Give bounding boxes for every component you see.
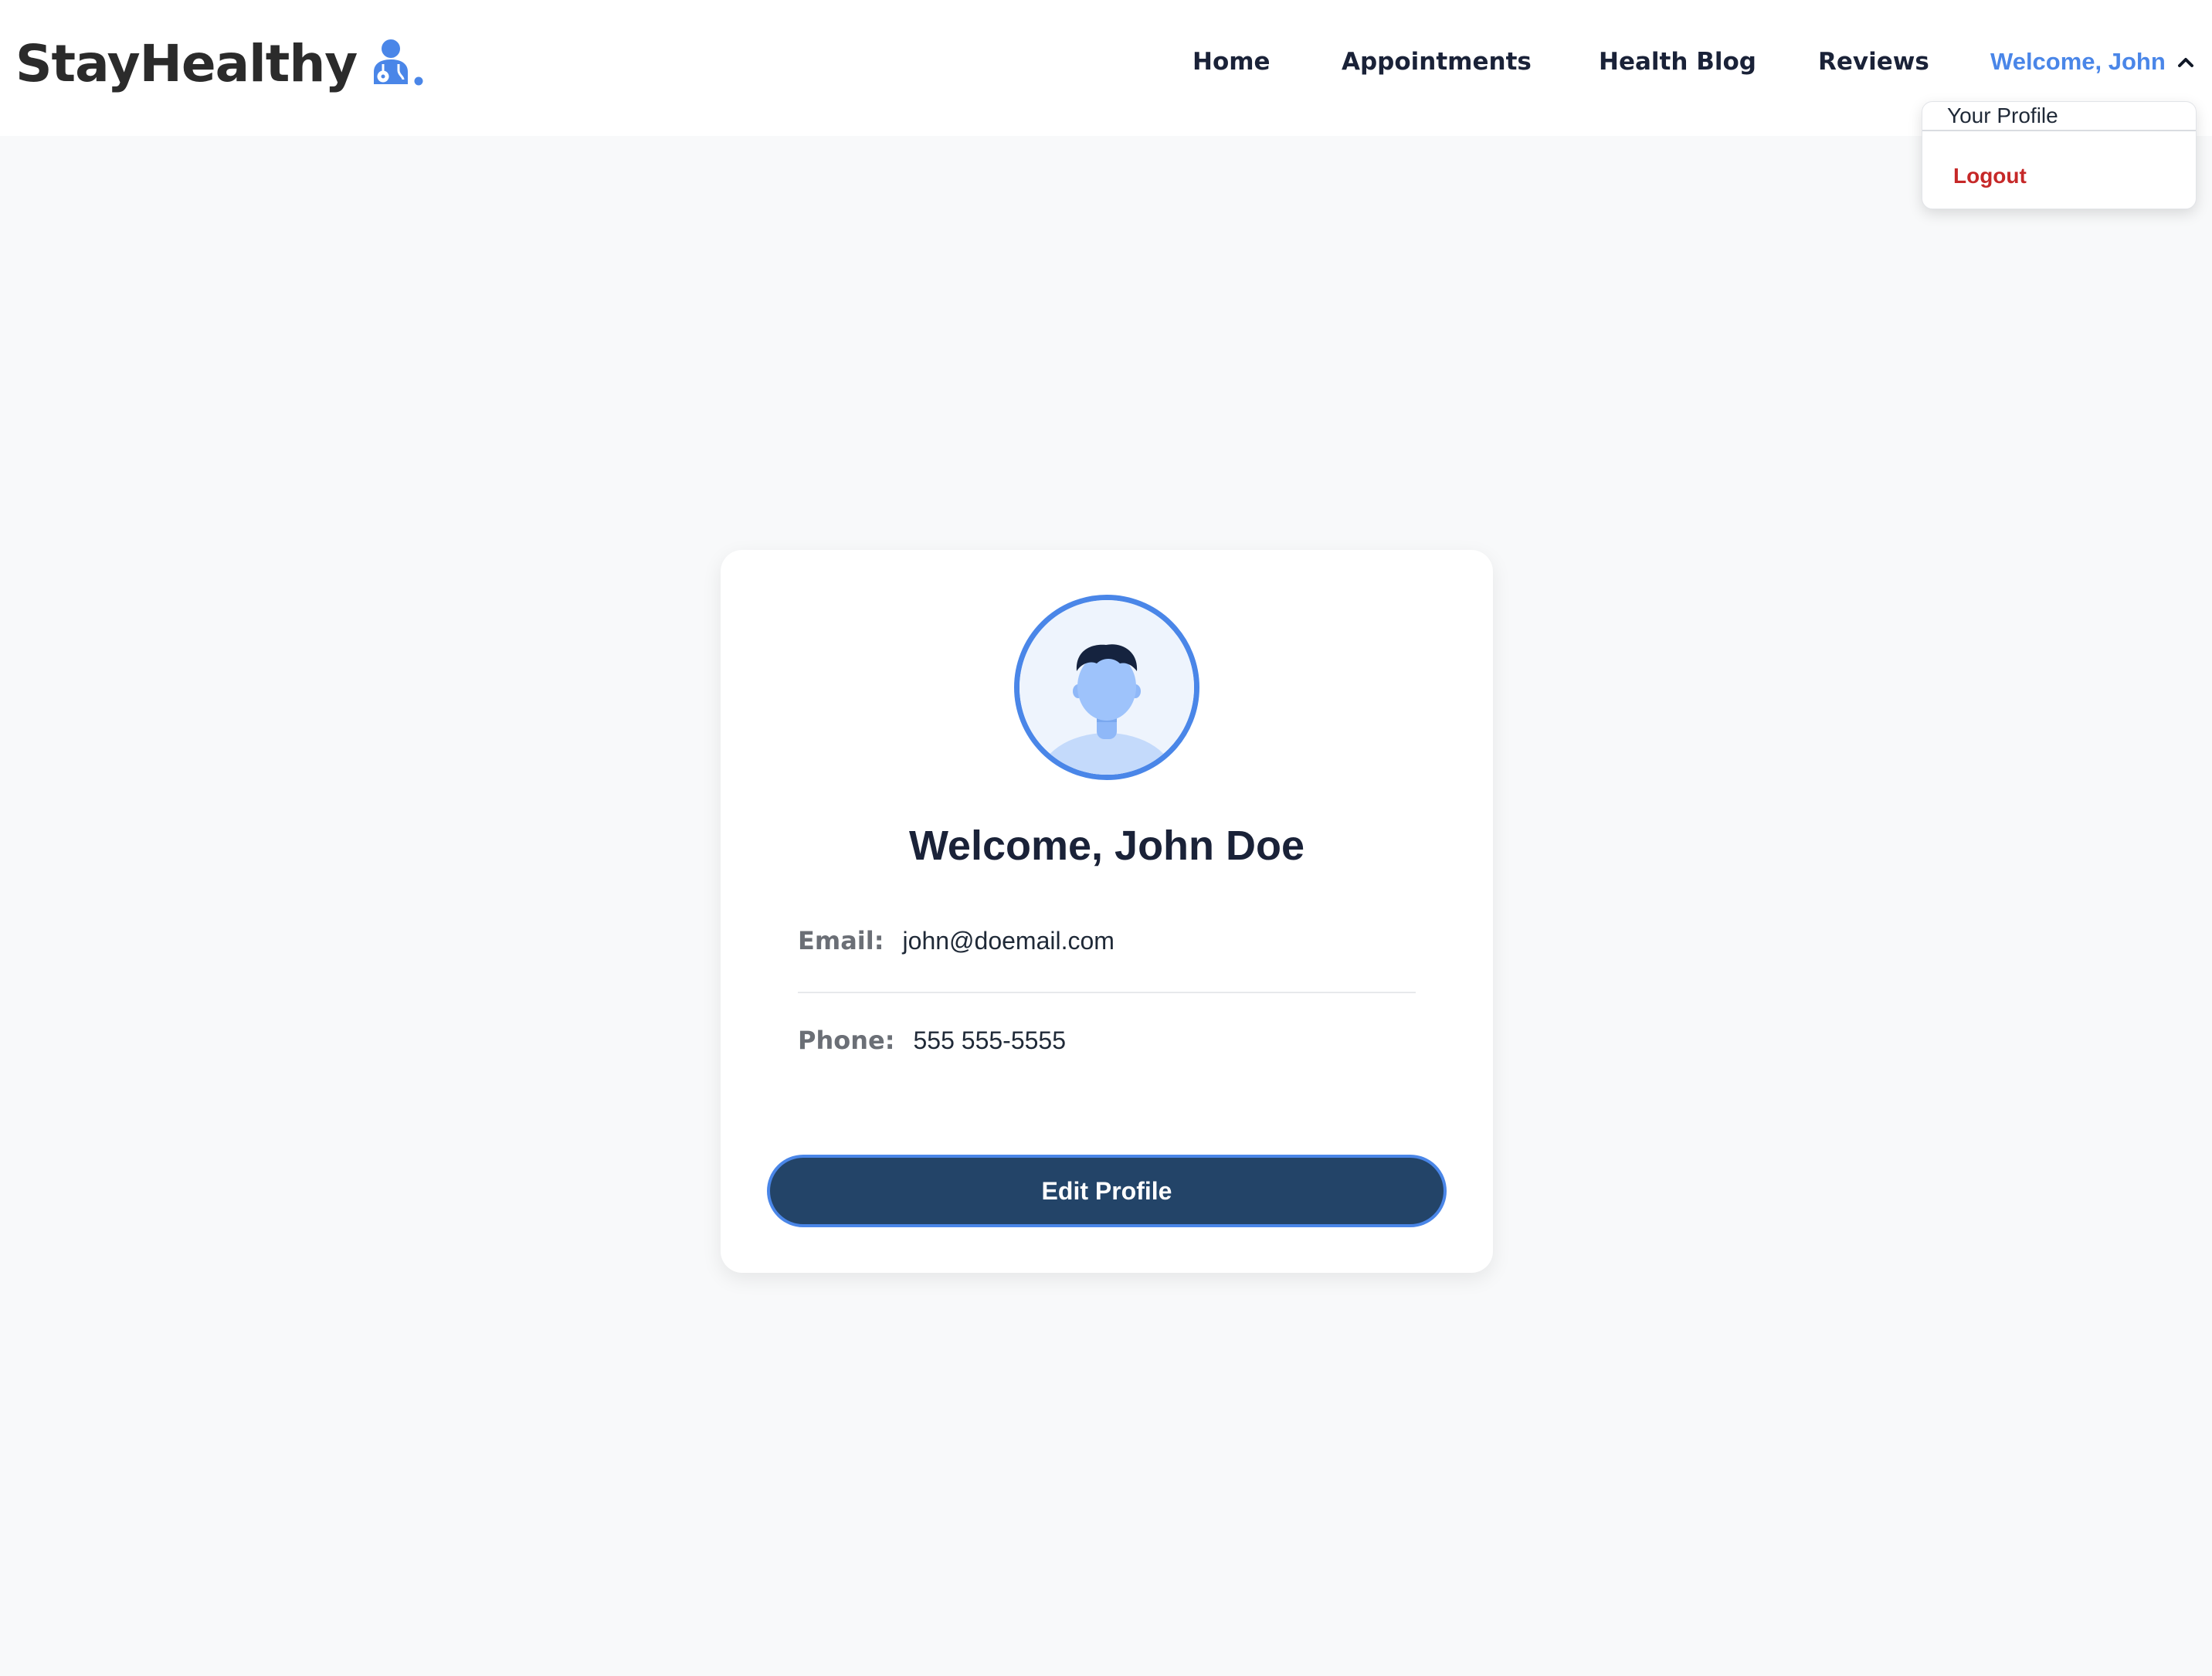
chevron-up-icon [2177, 58, 2193, 67]
email-row: Email: john@doemail.com [798, 924, 1114, 958]
avatar [1014, 595, 1199, 780]
profile-welcome-title: Welcome, John Doe [908, 823, 1305, 869]
nav-appointments-link[interactable]: Appointments [1342, 45, 1532, 79]
edit-profile-button[interactable]: Edit Profile [767, 1155, 1447, 1227]
logout-menu-item[interactable]: Logout [1953, 162, 2027, 190]
user-menu-toggle[interactable]: Welcome, John [1990, 45, 2195, 79]
nav-reviews-link[interactable]: Reviews [1818, 45, 1929, 79]
navbar: StayHealthy Home Appointments Health Blo… [0, 0, 2212, 136]
email-label: Email: [798, 926, 884, 955]
dropdown-divider [1922, 130, 2196, 131]
nav-links: Home Appointments Health Blog Reviews We… [0, 0, 2212, 125]
phone-value: 555 555-5555 [913, 1026, 1067, 1054]
profile-card: Welcome, John Doe Email: john@doemail.co… [721, 550, 1493, 1273]
info-divider [798, 992, 1416, 993]
welcome-user-label: Welcome, John [1990, 48, 2166, 75]
user-dropdown-menu: Your Profile Logout [1922, 101, 2197, 209]
phone-row: Phone: 555 555-5555 [798, 1023, 1066, 1057]
email-value: john@doemail.com [902, 927, 1114, 955]
nav-health-blog-link[interactable]: Health Blog [1599, 45, 1756, 79]
user-avatar-icon [1019, 600, 1194, 775]
your-profile-menu-item[interactable]: Your Profile [1947, 102, 2058, 130]
phone-label: Phone: [798, 1026, 895, 1055]
nav-home-link[interactable]: Home [1193, 45, 1271, 79]
